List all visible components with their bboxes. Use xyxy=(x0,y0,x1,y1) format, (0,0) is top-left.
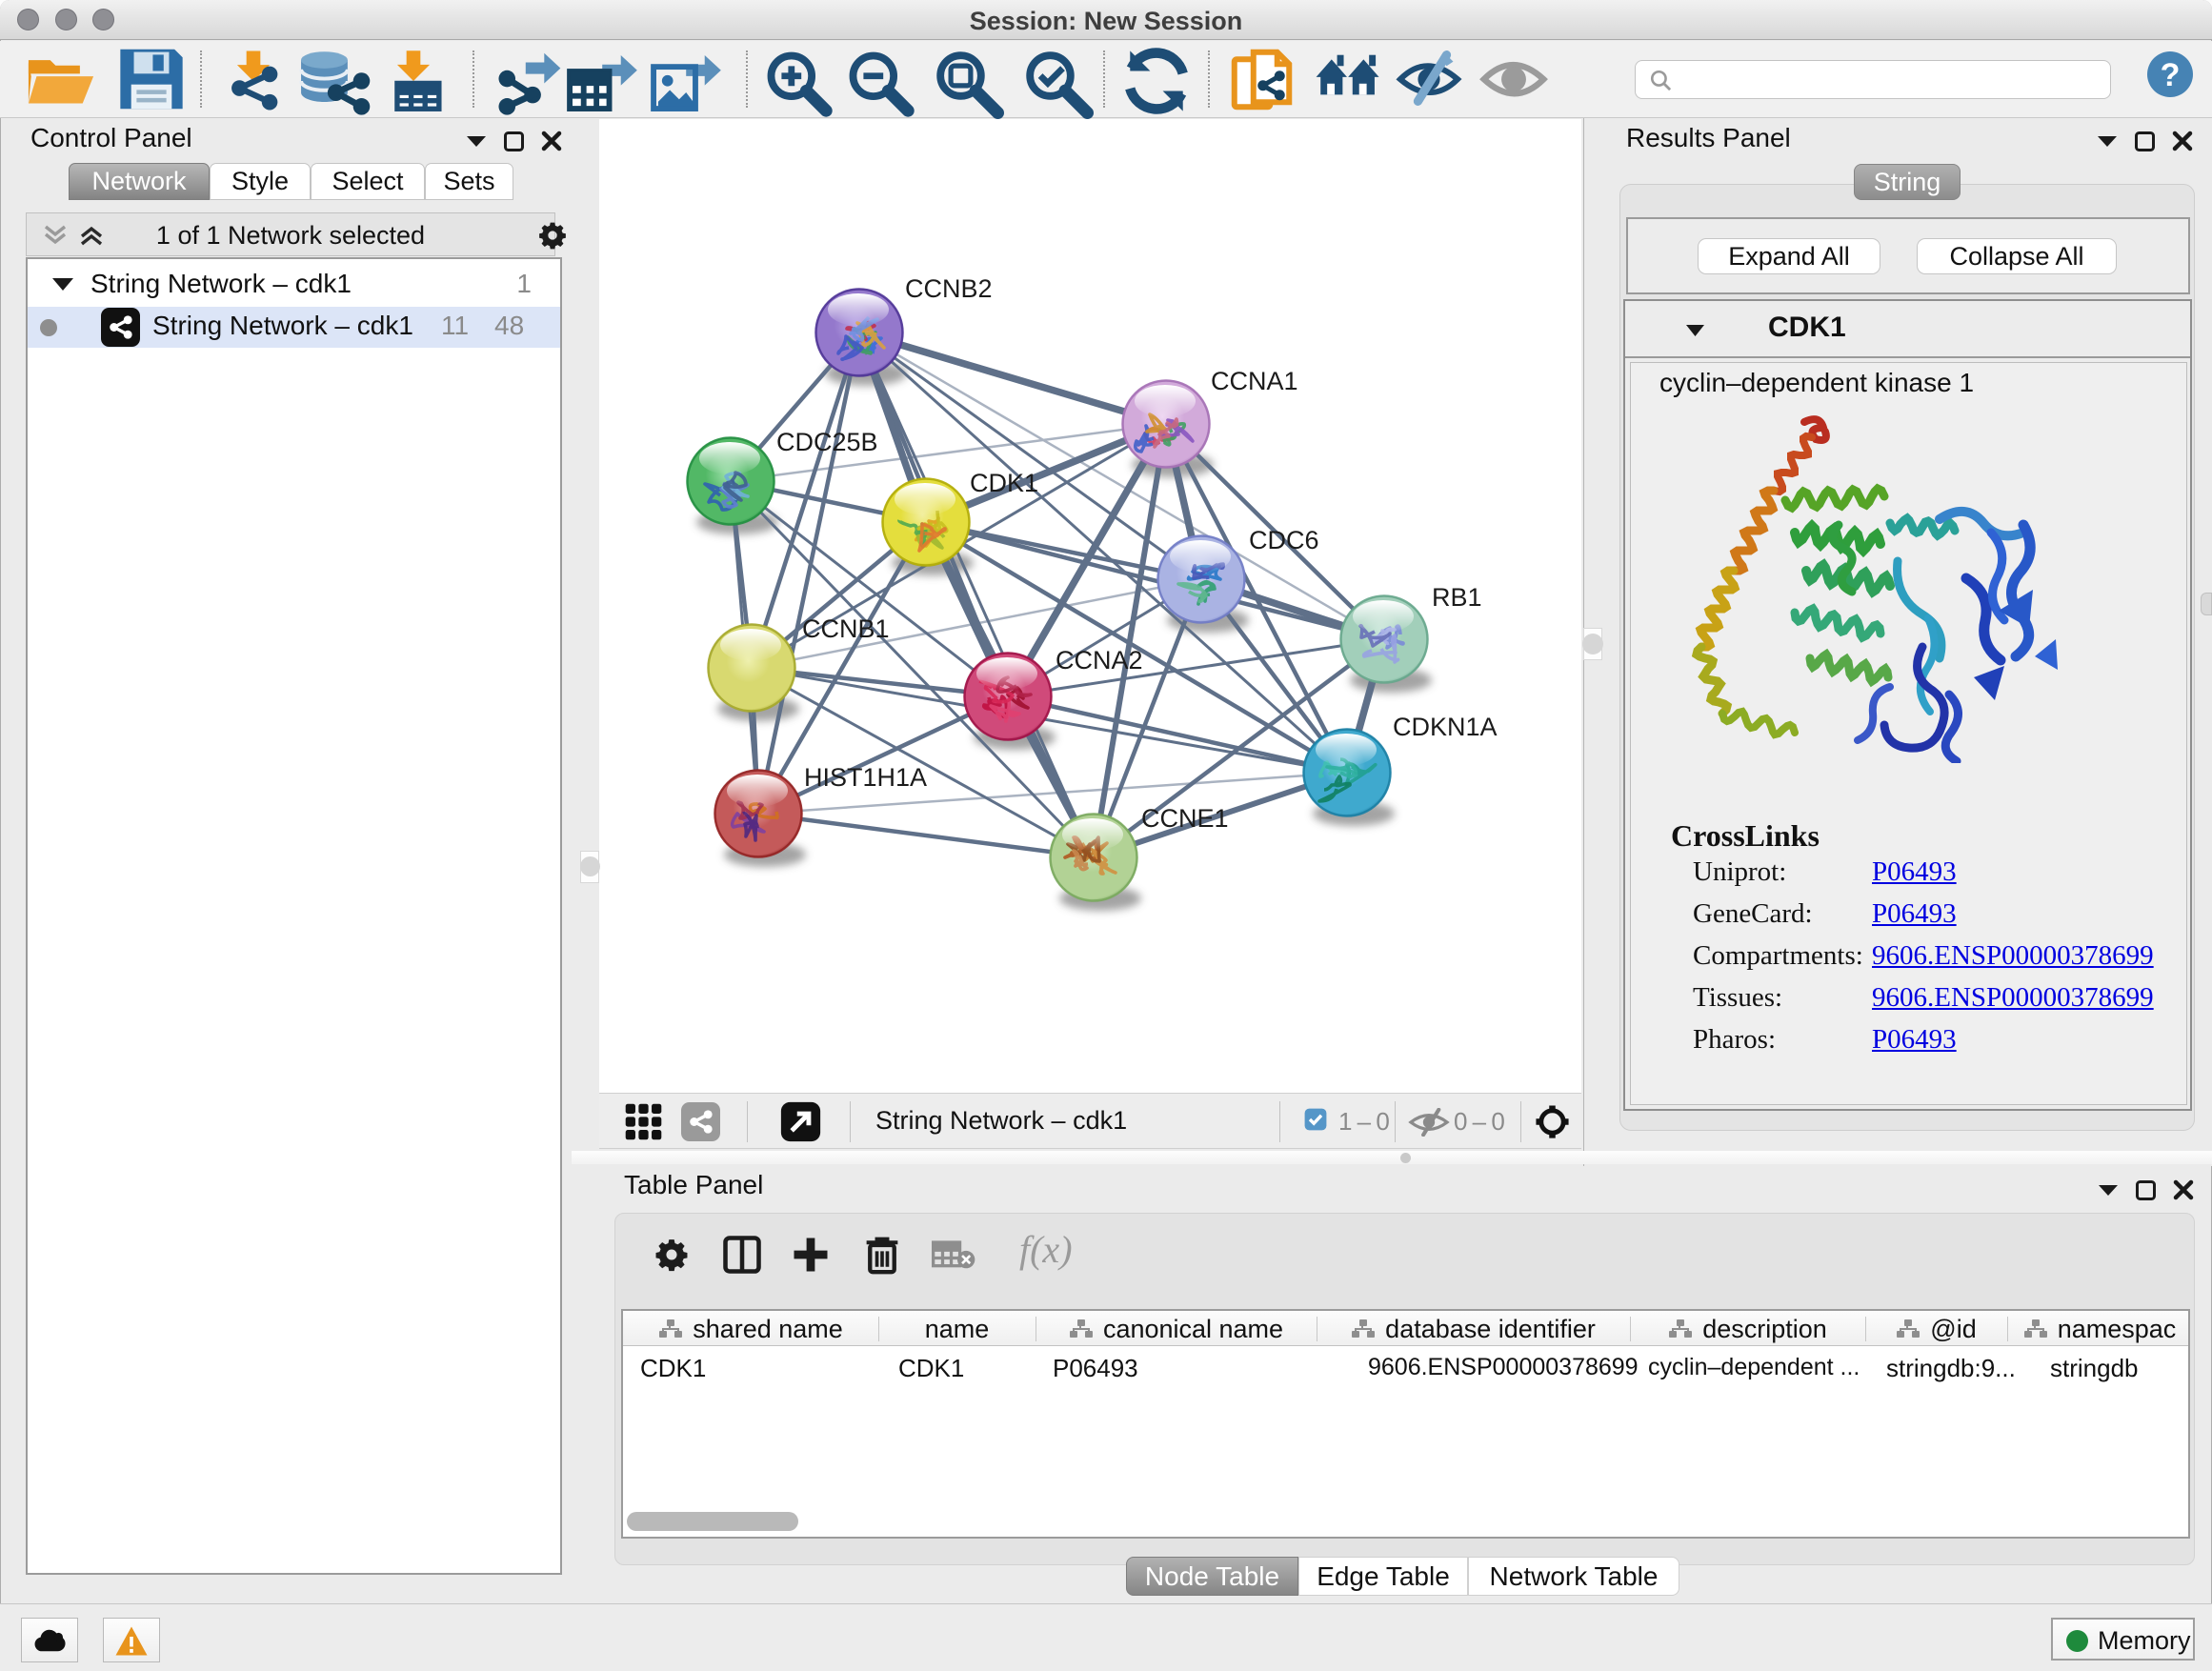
svg-text:CCNA2: CCNA2 xyxy=(1056,646,1143,674)
svg-text:?: ? xyxy=(2161,57,2181,93)
svg-text:CCNA1: CCNA1 xyxy=(1211,367,1298,395)
svg-text:CCNE1: CCNE1 xyxy=(1141,804,1229,833)
svg-text:CCNB2: CCNB2 xyxy=(905,274,993,303)
svg-text:CCNB1: CCNB1 xyxy=(802,614,890,643)
svg-text:RB1: RB1 xyxy=(1432,583,1482,612)
svg-text:CDK1: CDK1 xyxy=(970,469,1038,497)
svg-text:CDC6: CDC6 xyxy=(1249,526,1319,554)
svg-text:CDKN1A: CDKN1A xyxy=(1393,713,1498,741)
svg-text:CDC25B: CDC25B xyxy=(776,428,878,456)
svg-text:HIST1H1A: HIST1H1A xyxy=(804,763,927,792)
